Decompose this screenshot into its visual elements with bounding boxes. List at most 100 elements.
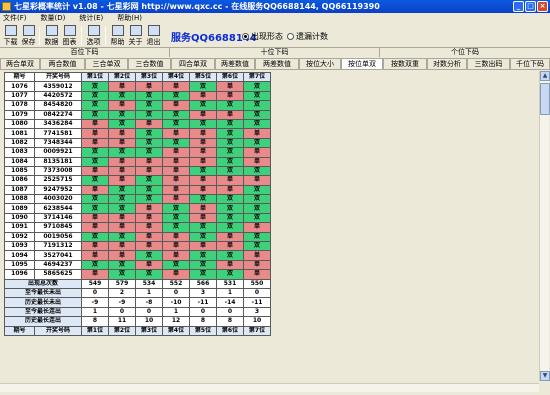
parity-cell: 双	[243, 194, 271, 205]
tab-6[interactable]: 两差数值	[255, 58, 299, 69]
parity-cell: 单	[189, 203, 217, 214]
menu-data[interactable]: 数量(D)	[41, 13, 66, 24]
issue-number: 1096	[4, 269, 35, 280]
scroll-thumb[interactable]	[540, 83, 550, 115]
tab-10[interactable]: 对数分析	[427, 58, 467, 69]
exit-button[interactable]: 退出	[145, 25, 162, 47]
parity-cell: 双	[81, 194, 109, 205]
table-row[interactable]: 1082 7348344 单单双双单双双	[4, 137, 271, 149]
table-row[interactable]: 1087 9247952 单双双单单单双	[4, 184, 271, 196]
parity-cell: 双	[108, 109, 136, 120]
footer-header: 第6位	[216, 325, 244, 336]
parity-cell: 双	[243, 81, 271, 92]
parity-cell: 单	[189, 212, 217, 224]
table-row[interactable]: 1092 0019056 双双单单双单双	[4, 231, 271, 243]
draw-number: 4420572	[34, 90, 82, 102]
parity-cell: 单	[108, 137, 136, 149]
parity-cell: 双	[189, 222, 217, 233]
menu-help[interactable]: 帮助(H)	[117, 13, 142, 24]
table-row[interactable]: 1090 3714146 单单单双单双双	[4, 212, 271, 224]
table-row[interactable]: 1080 3436284 单双单双双双双	[4, 118, 271, 130]
tab-0[interactable]: 两合单双	[0, 58, 40, 69]
parity-cell: 单	[189, 90, 217, 102]
issue-number: 1077	[4, 90, 35, 102]
tab-9[interactable]: 按数双重	[383, 58, 427, 69]
parity-cell: 单	[81, 241, 109, 252]
tab-11[interactable]: 三数出码	[467, 58, 510, 69]
parity-cell: 双	[243, 90, 271, 102]
stats-value: 550	[243, 278, 271, 290]
parity-cell: 双	[135, 147, 163, 158]
parity-cell: 双	[243, 118, 271, 130]
horizontal-scrollbar[interactable]	[0, 383, 539, 392]
parity-cell: 单	[189, 156, 217, 167]
tab-4[interactable]: 四合单双	[171, 58, 215, 69]
minimize-button[interactable]: _	[513, 1, 524, 12]
table-row[interactable]: 1078 8454820 双单双单双双双	[4, 100, 271, 111]
issue-number: 1095	[4, 259, 35, 271]
table-row[interactable]: 1095 4694237 双双单双双单单	[4, 259, 271, 271]
parity-cell: 双	[216, 194, 244, 205]
column-header: 第1位	[81, 71, 109, 83]
parity-cell: 单	[189, 109, 217, 120]
table-row[interactable]: 1083 0009921 双双双单单双单	[4, 147, 271, 158]
stats-label: 至今最长未出	[4, 287, 82, 299]
parity-cell: 单	[108, 100, 136, 111]
tab-7[interactable]: 按位大小	[299, 58, 341, 69]
issue-number: 1085	[4, 165, 35, 177]
about-button[interactable]: 关于	[127, 25, 144, 47]
draw-number: 9710845	[34, 222, 82, 233]
parity-cell: 双	[81, 100, 109, 111]
tab-2[interactable]: 三合单双	[85, 58, 128, 69]
issue-number: 1092	[4, 231, 35, 243]
download-icon	[4, 25, 17, 36]
issue-number: 1082	[4, 137, 35, 149]
draw-number: 0842274	[34, 109, 82, 120]
options-button[interactable]: 选项	[85, 25, 102, 47]
parity-cell: 单	[81, 269, 109, 280]
parity-cell: 双	[216, 137, 244, 149]
parity-cell: 单	[135, 231, 163, 243]
parity-cell: 双	[243, 241, 271, 252]
table-row[interactable]: 1076 4359012 双单单单双单双	[4, 81, 271, 92]
table-row[interactable]: 1093 7191312 单单单单单单双	[4, 241, 271, 252]
table-row[interactable]: 1079 0842274 双双双双单单双	[4, 109, 271, 120]
menu-file[interactable]: 文件(F)	[3, 13, 27, 24]
download-button[interactable]: 下载	[2, 25, 19, 47]
table-row[interactable]: 1089 6238544 双双单双单双双	[4, 203, 271, 214]
data-button[interactable]: 数据	[43, 25, 60, 47]
table-row[interactable]: 1081 7741581 单单双单单双单	[4, 128, 271, 139]
radio-appearance[interactable]: 出现形态	[242, 31, 283, 42]
table-row[interactable]: 1077 4420572 双双双双单单双	[4, 90, 271, 102]
table-row[interactable]: 1091 9710845 单单单双双双单	[4, 222, 271, 233]
tab-12[interactable]: 千位下码	[510, 58, 550, 69]
draw-number: 9247952	[34, 184, 82, 196]
group-units: 个位下码	[451, 48, 479, 56]
parity-cell: 单	[243, 259, 271, 271]
vertical-scrollbar[interactable]: ▲ ▼	[539, 71, 550, 381]
scroll-down-icon[interactable]: ▼	[540, 371, 550, 381]
table-row[interactable]: 1088 4003020 双双双单双双双	[4, 194, 271, 205]
parity-cell: 双	[216, 203, 244, 214]
draw-number: 4003020	[34, 194, 82, 205]
table-row[interactable]: 1086 2525715 双单双单单单单	[4, 175, 271, 186]
menu-stats[interactable]: 统计(E)	[79, 13, 103, 24]
save-button[interactable]: 保存	[20, 25, 37, 47]
tab-8[interactable]: 按位单双	[341, 58, 383, 69]
table-row[interactable]: 1085 7373008 单单单单双双双	[4, 165, 271, 177]
radio-omission[interactable]: 遗漏计数	[287, 31, 328, 42]
column-header: 第5位	[189, 71, 217, 83]
tab-3[interactable]: 三合数值	[128, 58, 171, 69]
table-row[interactable]: 1094 3527041 单单双单双双单	[4, 250, 271, 261]
help-button[interactable]: 帮助	[109, 25, 126, 47]
close-button[interactable]: ×	[537, 1, 548, 12]
tab-5[interactable]: 两差数值	[215, 58, 255, 69]
table-row[interactable]: 1084 8135181 双单单单单双单	[4, 156, 271, 167]
parity-cell: 单	[243, 269, 271, 280]
chart-button[interactable]: 图表	[61, 25, 78, 47]
tab-1[interactable]: 两合数值	[40, 58, 85, 69]
scroll-up-icon[interactable]: ▲	[540, 71, 550, 81]
maximize-button[interactable]: □	[525, 1, 536, 12]
stats-value: -11	[243, 297, 271, 308]
table-row[interactable]: 1096 5865625 单双双单双双单	[4, 269, 271, 280]
